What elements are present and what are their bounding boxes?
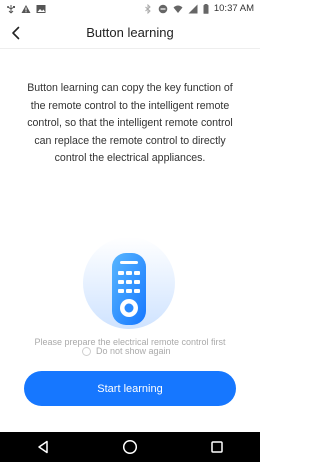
status-left-icons — [6, 4, 46, 14]
recents-square-icon — [210, 441, 223, 453]
home-circle-icon — [122, 439, 138, 455]
nav-recents-button[interactable] — [205, 435, 229, 459]
battery-icon — [203, 3, 209, 14]
nav-home-button[interactable] — [118, 435, 142, 459]
dont-show-again-radio[interactable] — [82, 346, 91, 356]
wifi-icon — [173, 5, 183, 13]
image-icon — [36, 4, 46, 13]
system-nav-bar — [0, 432, 260, 462]
status-bar: 10:37 AM — [0, 0, 260, 17]
chevron-left-icon — [12, 26, 20, 40]
nav-back-button[interactable] — [31, 435, 55, 459]
start-learning-label: Start learning — [97, 382, 163, 395]
page-title: Button learning — [86, 25, 174, 40]
do-not-disturb-icon — [158, 4, 168, 13]
usb-icon — [7, 4, 15, 13]
back-button[interactable] — [6, 23, 26, 43]
header: Button learning — [0, 17, 260, 49]
dont-show-again-option[interactable]: Do not show again — [82, 345, 171, 357]
description-text: Button learning can copy the key functio… — [27, 82, 233, 165]
status-right-icons: 10:37 AM — [143, 3, 254, 14]
back-triangle-icon — [38, 440, 49, 454]
start-learning-button[interactable]: Start learning — [24, 371, 236, 406]
status-time: 10:37 AM — [213, 3, 254, 14]
signal-icon — [188, 4, 198, 13]
dont-show-again-label: Do not show again — [96, 346, 171, 356]
remote-control-icon — [83, 237, 175, 329]
alert-icon — [21, 4, 31, 13]
bluetooth-icon — [145, 3, 151, 14]
